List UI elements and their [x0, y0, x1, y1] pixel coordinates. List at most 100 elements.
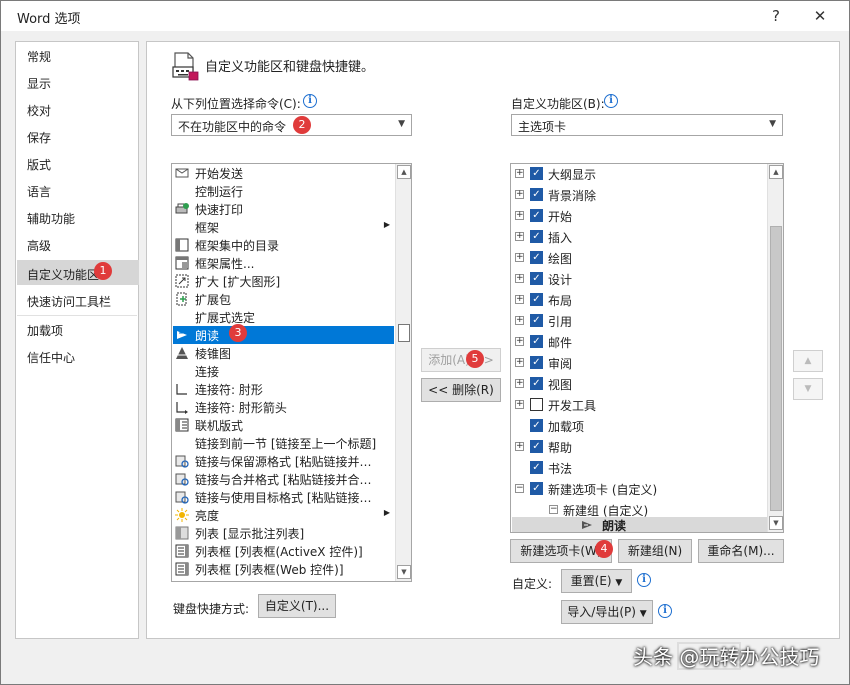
nav-item-save[interactable]: 保存 — [27, 129, 51, 146]
commands-scrollbar[interactable]: ▲ ▼ — [395, 164, 411, 581]
expand-icon[interactable]: + — [515, 400, 524, 409]
new-group-button[interactable]: 新建组(N) — [618, 539, 692, 563]
expand-icon[interactable]: + — [515, 190, 524, 199]
expand-icon[interactable]: + — [515, 232, 524, 241]
tab-checkbox[interactable]: ✓ — [530, 461, 543, 474]
tree-row[interactable]: ✓ 书法 — [512, 458, 769, 479]
scroll-up-icon[interactable]: ▲ — [397, 165, 411, 179]
nav-item-typography[interactable]: 版式 — [27, 156, 51, 173]
tab-checkbox[interactable]: ✓ — [530, 167, 543, 180]
nav-item-customize-ribbon[interactable]: 自定义功能区 — [27, 266, 99, 283]
nav-item-general[interactable]: 常规 — [27, 48, 51, 65]
tree-scrollbar[interactable]: ▲ ▼ — [767, 164, 783, 532]
scroll-down-icon[interactable]: ▼ — [769, 516, 783, 530]
scrollbar-thumb[interactable] — [770, 226, 782, 511]
nav-item-advanced[interactable]: 高级 — [27, 237, 51, 254]
list-item[interactable]: 列表 [显示批注列表] — [173, 524, 394, 542]
tree-row[interactable]: ✓ 加载项 — [512, 416, 769, 437]
tree-row[interactable]: + 开发工具 — [512, 395, 769, 416]
list-item[interactable]: 棱锥图 — [173, 344, 394, 362]
nav-item-accessibility[interactable]: 辅助功能 — [27, 210, 75, 227]
scrollbar-thumb[interactable] — [398, 324, 410, 342]
list-item[interactable]: 联机版式 — [173, 416, 394, 434]
tree-row[interactable]: + ✓ 大纲显示 — [512, 164, 769, 185]
list-item[interactable]: 扩展包 — [173, 290, 394, 308]
tree-row[interactable]: + ✓ 布局 — [512, 290, 769, 311]
nav-item-trust-center[interactable]: 信任中心 — [27, 349, 75, 366]
list-item[interactable]: 连接符: 肘形箭头 — [173, 398, 394, 416]
tree-row[interactable]: + ✓ 邮件 — [512, 332, 769, 353]
list-item[interactable]: 连接 — [173, 362, 394, 380]
close-button[interactable]: ✕ — [809, 5, 831, 27]
nav-item-proofing[interactable]: 校对 — [27, 102, 51, 119]
list-item[interactable]: 列表框 [列表框(ActiveX 控件)] — [173, 542, 394, 560]
list-item[interactable]: 链接与保留源格式 [粘贴链接并… — [173, 452, 394, 470]
commands-listbox[interactable]: 开始发送 控制运行 快速打印 框架 ▶ 框架集中的目录 框架属性... 扩大 [… — [171, 163, 412, 582]
move-up-button[interactable]: ▲ — [793, 350, 823, 372]
expand-icon[interactable]: + — [515, 274, 524, 283]
list-item[interactable]: 亮度 ▶ — [173, 506, 394, 524]
tab-checkbox[interactable]: ✓ — [530, 293, 543, 306]
tab-checkbox[interactable]: ✓ — [530, 230, 543, 243]
expand-icon[interactable]: + — [515, 295, 524, 304]
expand-icon[interactable]: + — [515, 211, 524, 220]
list-item-selected[interactable]: 朗读 — [173, 326, 394, 344]
add-button[interactable]: 添加(A) >> — [421, 348, 501, 372]
nav-item-display[interactable]: 显示 — [27, 75, 51, 92]
expand-icon[interactable]: + — [515, 316, 524, 325]
tab-checkbox[interactable] — [530, 398, 543, 411]
import-export-button[interactable]: 导入/导出(P) ▼ — [561, 600, 653, 624]
tab-checkbox[interactable]: ✓ — [530, 314, 543, 327]
ribbon-tabs-tree[interactable]: + ✓ 大纲显示 + ✓ 背景消除 + ✓ 开始 + ✓ 插入 + ✓ 绘图 + ✓ 设计 + ✓ 布局 + ✓ 引用 + ✓ 邮件… — [510, 163, 784, 533]
tab-checkbox[interactable]: ✓ — [530, 440, 543, 453]
tree-row[interactable]: + ✓ 背景消除 — [512, 185, 769, 206]
tab-checkbox[interactable]: ✓ — [530, 209, 543, 222]
rename-button[interactable]: 重命名(M)... — [698, 539, 784, 563]
tab-checkbox[interactable]: ✓ — [530, 482, 543, 495]
tree-row[interactable]: + ✓ 帮助 — [512, 437, 769, 458]
remove-button[interactable]: << 删除(R) — [421, 378, 501, 402]
list-item[interactable]: 链接到前一节 [链接至上一个标题] — [173, 434, 394, 452]
tree-row[interactable]: + ✓ 审阅 — [512, 353, 769, 374]
tree-row[interactable]: + ✓ 绘图 — [512, 248, 769, 269]
tree-row[interactable]: + ✓ 插入 — [512, 227, 769, 248]
list-item[interactable]: 扩展式选定 — [173, 308, 394, 326]
tab-checkbox[interactable]: ✓ — [530, 251, 543, 264]
tree-row[interactable]: + ✓ 开始 — [512, 206, 769, 227]
collapse-icon[interactable]: − — [515, 484, 524, 493]
list-item[interactable]: 列表框 [列表框(Web 控件)] — [173, 560, 394, 578]
choose-commands-dropdown[interactable]: 不在功能区中的命令 ▼ — [171, 114, 412, 136]
info-icon[interactable]: i — [303, 94, 317, 108]
help-button[interactable]: ? — [765, 5, 787, 27]
list-item[interactable]: 开始发送 — [173, 164, 394, 182]
expand-icon[interactable]: + — [515, 379, 524, 388]
expand-icon[interactable]: + — [515, 169, 524, 178]
tab-checkbox[interactable]: ✓ — [530, 188, 543, 201]
list-item[interactable]: 连接符: 肘形 — [173, 380, 394, 398]
tab-checkbox[interactable]: ✓ — [530, 377, 543, 390]
tab-checkbox[interactable]: ✓ — [530, 335, 543, 348]
list-item[interactable]: 链接与使用目标格式 [粘贴链接… — [173, 488, 394, 506]
expand-icon[interactable]: + — [515, 337, 524, 346]
scroll-down-icon[interactable]: ▼ — [397, 565, 411, 579]
tab-checkbox[interactable]: ✓ — [530, 272, 543, 285]
tree-row[interactable]: + ✓ 设计 — [512, 269, 769, 290]
tree-item-selected[interactable]: 朗读 — [512, 517, 769, 532]
nav-item-language[interactable]: 语言 — [27, 183, 51, 200]
move-down-button[interactable]: ▼ — [793, 378, 823, 400]
customize-ribbon-dropdown[interactable]: 主选项卡 ▼ — [511, 114, 783, 136]
info-icon[interactable]: i — [604, 94, 618, 108]
tab-checkbox[interactable]: ✓ — [530, 356, 543, 369]
expand-icon[interactable]: + — [515, 358, 524, 367]
customize-shortcut-button[interactable]: 自定义(T)... — [258, 594, 336, 618]
expand-icon[interactable]: + — [515, 442, 524, 451]
reset-button[interactable]: 重置(E) ▼ — [561, 569, 632, 593]
tab-checkbox[interactable]: ✓ — [530, 419, 543, 432]
list-item[interactable]: 链接与合并格式 [粘贴链接并合… — [173, 470, 394, 488]
scroll-up-icon[interactable]: ▲ — [769, 165, 783, 179]
tree-row[interactable]: + ✓ 引用 — [512, 311, 769, 332]
list-item[interactable]: 框架 ▶ — [173, 218, 394, 236]
expand-icon[interactable]: + — [515, 253, 524, 262]
list-item[interactable]: 扩大 [扩大图形] — [173, 272, 394, 290]
tree-row[interactable]: + ✓ 视图 — [512, 374, 769, 395]
